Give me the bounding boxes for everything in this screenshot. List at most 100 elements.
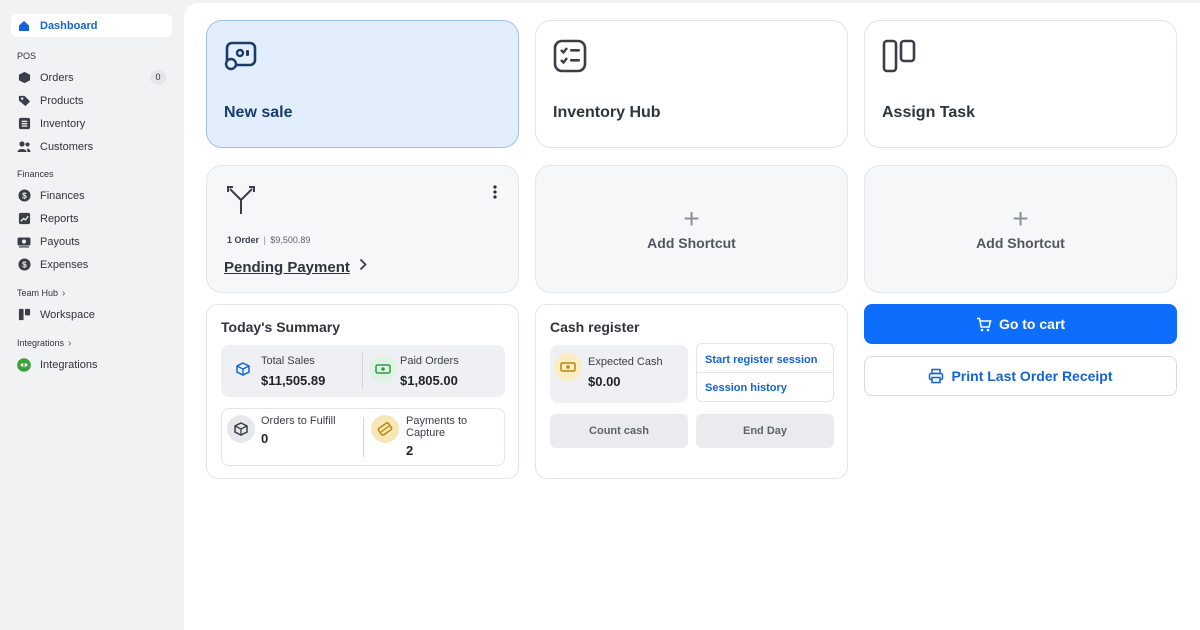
- credit-card-icon: [371, 415, 399, 443]
- add-shortcut-button[interactable]: + Add Shortcut: [535, 165, 848, 293]
- cash-icon: [17, 235, 31, 249]
- svg-text:$: $: [22, 190, 27, 200]
- sidebar-item-dashboard[interactable]: Dashboard: [11, 14, 172, 37]
- sidebar-item-integrations[interactable]: Integrations: [11, 353, 172, 376]
- pending-payment-link[interactable]: Pending Payment: [224, 258, 367, 276]
- stat-label: Expected Cash: [588, 356, 663, 368]
- checklist-icon: [552, 38, 588, 74]
- go-to-cart-button[interactable]: Go to cart: [864, 304, 1177, 344]
- panel-title: Cash register: [550, 319, 640, 335]
- stat-label: Total Sales: [261, 355, 315, 367]
- add-shortcut-label: Add Shortcut: [647, 235, 736, 251]
- payments-to-capture-stat: Payments to Capture 2: [406, 415, 496, 458]
- section-label: Integrations: [17, 338, 65, 348]
- chart-icon: [17, 212, 31, 226]
- sidebar-section-pos: POS: [17, 51, 37, 61]
- end-day-button[interactable]: End Day: [696, 414, 834, 448]
- button-label: Go to cart: [998, 316, 1066, 332]
- pending-payment-card[interactable]: 1 Order | $9,500.89 Pending Payment: [206, 165, 519, 293]
- count-cash-button[interactable]: Count cash: [550, 414, 688, 448]
- assign-task-tile[interactable]: Assign Task: [864, 20, 1177, 148]
- orders-count-badge: 0: [150, 70, 166, 85]
- sidebar-item-label: Dashboard: [40, 19, 98, 32]
- sidebar-section-team-hub[interactable]: Team Hub ›: [11, 286, 172, 300]
- section-label: Team Hub: [17, 288, 59, 298]
- svg-text:$: $: [22, 259, 27, 269]
- integrations-icon: [17, 357, 31, 372]
- list-icon: [17, 117, 31, 131]
- sidebar-item-label: Inventory: [40, 117, 86, 130]
- pending-payment-label: Pending Payment: [224, 258, 350, 276]
- chevron-right-icon: ›: [68, 337, 72, 349]
- pending-order-count: 1 Order: [227, 235, 260, 245]
- add-shortcut-button[interactable]: + Add Shortcut: [864, 165, 1177, 293]
- start-register-session-link[interactable]: Start register session: [697, 344, 833, 373]
- inventory-hub-tile[interactable]: Inventory Hub: [535, 20, 848, 148]
- divider: |: [263, 235, 266, 245]
- stat-value: $1,805.00: [400, 373, 458, 388]
- paid-orders-stat: Paid Orders $1,805.00: [400, 355, 459, 388]
- stat-value: 0: [261, 431, 269, 446]
- stat-label: Payments to Capture: [406, 415, 468, 439]
- button-label: Count cash: [589, 425, 649, 437]
- more-options-icon[interactable]: [490, 184, 500, 200]
- print-last-order-receipt-button[interactable]: Print Last Order Receipt: [864, 356, 1177, 396]
- sidebar-item-payouts[interactable]: Payouts: [11, 230, 172, 253]
- cart-icon: [976, 317, 992, 332]
- new-sale-tile[interactable]: New sale: [206, 20, 519, 148]
- sidebar-section-integrations[interactable]: Integrations ›: [11, 336, 172, 350]
- sidebar-item-reports[interactable]: Reports: [11, 207, 172, 230]
- sidebar-item-label: Reports: [40, 212, 79, 225]
- dollar-circle-icon: $: [17, 189, 31, 203]
- stat-value: $0.00: [588, 374, 621, 389]
- stat-value: $11,505.89: [261, 373, 326, 388]
- sidebar-item-customers[interactable]: Customers: [11, 135, 172, 158]
- link-label: Session history: [705, 382, 787, 394]
- expected-cash-stat: Expected Cash $0.00: [588, 356, 663, 389]
- orders-to-fulfill-stat: Orders to Fulfill 0: [261, 415, 336, 446]
- app-root: Dashboard POS Orders 0 Products Inventor…: [0, 0, 1200, 630]
- kanban-icon: [881, 38, 917, 74]
- cash-icon: [369, 355, 397, 383]
- plus-icon: +: [1012, 203, 1029, 234]
- sidebar-item-expenses[interactable]: $ Expenses: [11, 253, 172, 276]
- sidebar-item-label: Workspace: [40, 308, 95, 321]
- sidebar-item-finances[interactable]: $ Finances: [11, 184, 172, 207]
- printer-icon: [928, 368, 944, 384]
- box-divider: [362, 353, 363, 389]
- sidebar-item-orders[interactable]: Orders 0: [11, 66, 172, 89]
- sidebar-item-label: Finances: [40, 189, 85, 202]
- chevron-right-icon: [359, 258, 367, 276]
- stat-label: Paid Orders: [400, 355, 459, 367]
- link-label: Start register session: [705, 354, 818, 366]
- sidebar-item-label: Customers: [40, 140, 94, 153]
- package-icon: [227, 415, 255, 443]
- pos-terminal-icon: [223, 38, 259, 74]
- box-icon: [229, 355, 257, 383]
- cash-register-panel: Cash register Expected Cash $0.00 Start …: [535, 304, 848, 479]
- plus-icon: +: [683, 203, 700, 234]
- sidebar-item-inventory[interactable]: Inventory: [11, 112, 172, 135]
- button-label: Print Last Order Receipt: [951, 368, 1113, 384]
- tile-title: New sale: [224, 104, 293, 121]
- todays-summary-panel: Today's Summary Total Sales $11,505.89 P…: [206, 304, 519, 479]
- add-shortcut-label: Add Shortcut: [976, 235, 1065, 251]
- box-divider: [363, 417, 364, 457]
- chevron-right-icon: ›: [62, 287, 66, 299]
- cash-icon: [554, 353, 582, 381]
- pending-amount: $9,500.89: [270, 235, 311, 245]
- sidebar-item-label: Integrations: [40, 358, 98, 371]
- tag-icon: [17, 94, 31, 108]
- sidebar-item-workspace[interactable]: Workspace: [11, 303, 172, 326]
- total-sales-stat: Total Sales $11,505.89: [261, 355, 325, 388]
- sidebar-item-products[interactable]: Products: [11, 89, 172, 112]
- workspace-icon: [17, 308, 31, 322]
- session-history-link[interactable]: Session history: [697, 373, 833, 401]
- sidebar-section-finances: Finances: [17, 169, 54, 179]
- sidebar-item-label: Expenses: [40, 258, 89, 271]
- tile-title: Inventory Hub: [553, 104, 661, 121]
- stat-label: Orders to Fulfill: [261, 415, 336, 427]
- sidebar-item-label: Payouts: [40, 235, 80, 248]
- users-icon: [17, 140, 31, 154]
- coins-icon: $: [17, 258, 31, 272]
